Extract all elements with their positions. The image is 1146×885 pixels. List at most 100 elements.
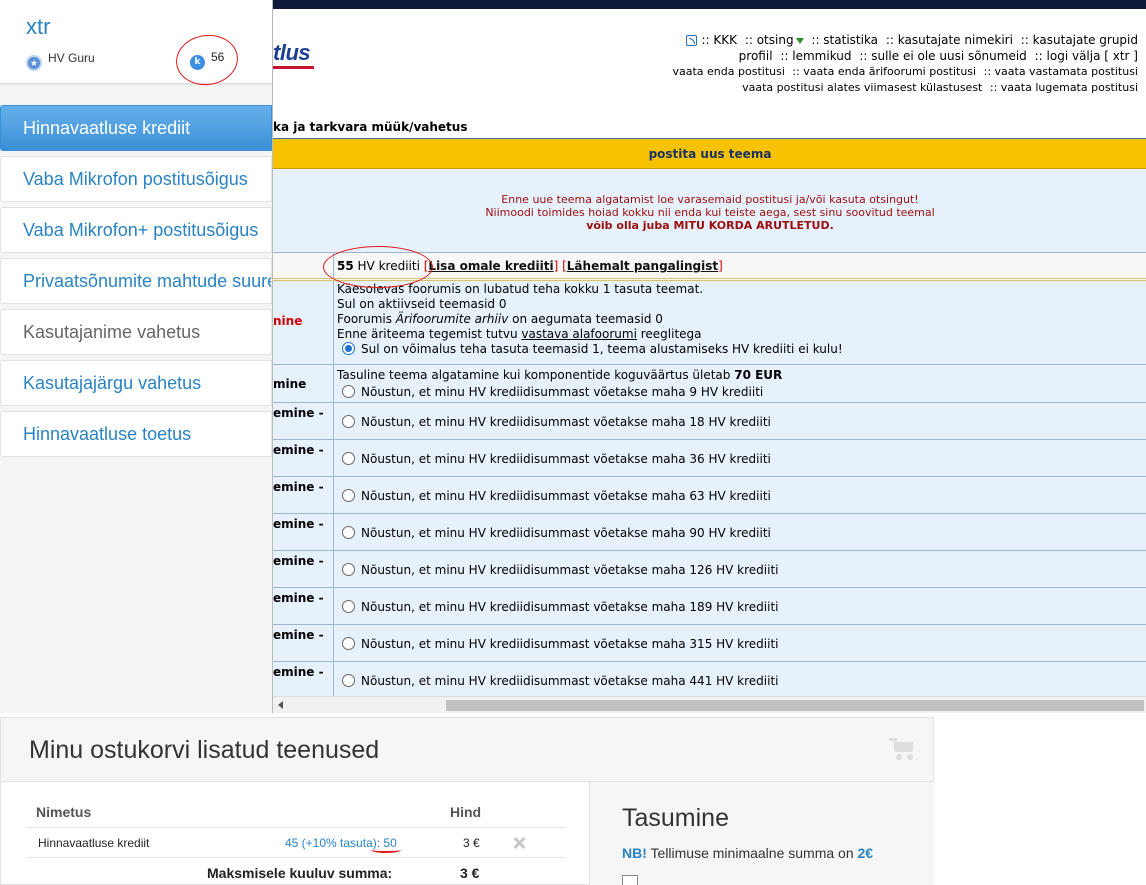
radio-free-selected[interactable] bbox=[342, 342, 355, 355]
menu-item-credit[interactable]: Hinnavaatluse krediit bbox=[0, 105, 272, 151]
forum-logo[interactable]: tlus bbox=[273, 40, 315, 69]
free-info-2: Sul on aktiivseid teemasid 0 bbox=[337, 297, 507, 311]
nav-row-2: profiil :: lemmikud :: sulle ei ole uusi… bbox=[538, 48, 1138, 64]
nav-own-business-posts[interactable]: :: vaata enda ärifoorumi postitusi bbox=[792, 65, 976, 78]
scroll-left-arrow-icon[interactable] bbox=[278, 701, 283, 709]
nav-logout[interactable]: :: logi välja [ xtr ] bbox=[1035, 49, 1138, 63]
nav-search[interactable]: :: otsing bbox=[745, 33, 794, 47]
search-warning: Enne uue teema algatamist loe varasemaid… bbox=[273, 169, 1146, 253]
radio-paid-option[interactable] bbox=[342, 600, 355, 613]
red-underline-annotation bbox=[371, 847, 401, 853]
cart-items-table: Nimetus Hind Hinnavaatluse krediit 45 (+… bbox=[27, 798, 565, 884]
nav-posts-since-last-visit[interactable]: vaata postitusi alates viimasest külastu… bbox=[742, 81, 982, 94]
paid-first-content: Tasuline teema algatamine kui komponenti… bbox=[334, 365, 1146, 402]
cart-total-row: Maksmisele kuuluv summa: 3 € bbox=[27, 858, 565, 884]
radio-paid-option[interactable] bbox=[342, 526, 355, 539]
paid-option-row: emine - Nõustun, et minu HV krediidisumma… bbox=[273, 403, 1146, 440]
subforum-rules-link[interactable]: vastava alafoorumi bbox=[521, 327, 637, 341]
warning-line-2: Niimoodi toimides hoiad kokku nii enda k… bbox=[485, 206, 935, 219]
nav-user-groups[interactable]: :: kasutajate grupid bbox=[1021, 33, 1138, 47]
scrollbar-thumb[interactable] bbox=[446, 700, 1144, 711]
terms-checkbox[interactable] bbox=[622, 875, 638, 885]
cart-table-header: Nimetus Hind bbox=[27, 798, 565, 828]
remove-item-icon[interactable] bbox=[512, 836, 526, 850]
cart-title: Minu ostukorvi lisatud teenused bbox=[1, 718, 933, 782]
radio-paid-option[interactable] bbox=[342, 563, 355, 576]
paid-option-row: emine - Nõustun, et minu HV krediidisumma… bbox=[273, 662, 1146, 699]
nav-unanswered-posts[interactable]: :: vaata vastamata postitusi bbox=[984, 65, 1138, 78]
paid-option-rows: emine - Nõustun, et minu HV krediidisumma… bbox=[273, 403, 1146, 699]
cart-icon[interactable] bbox=[889, 738, 915, 760]
forum-window: tlus :: KKK :: otsing :: statistika :: k… bbox=[272, 0, 1146, 713]
warning-line-3: võib olla juba MITU KORDA ARUTLETUD. bbox=[586, 219, 834, 232]
free-info-1: Käesolevas foorumis on lubatud teha kokk… bbox=[337, 282, 704, 296]
total-label: Maksmisele kuuluv summa: bbox=[207, 865, 393, 881]
shop-sidebar: xtr ★ HV Guru k 56 Hinnavaatluse krediit V… bbox=[0, 0, 272, 713]
rss-icon[interactable] bbox=[686, 35, 698, 46]
nav-row-1: :: KKK :: otsing :: statistika :: kasuta… bbox=[538, 32, 1138, 48]
col-name: Nimetus bbox=[36, 804, 92, 820]
total-value: 3 € bbox=[460, 865, 480, 881]
star-icon: ★ bbox=[26, 55, 42, 71]
radio-paid-9[interactable] bbox=[342, 385, 355, 398]
radio-paid-option[interactable] bbox=[342, 489, 355, 502]
user-profile-card: xtr ★ HV Guru k 56 bbox=[0, 0, 272, 90]
arrow-down-icon[interactable] bbox=[795, 37, 804, 44]
radio-paid-option[interactable] bbox=[342, 452, 355, 465]
payment-panel: Tasumine NB! Tellimuse minimaalne summa … bbox=[589, 782, 934, 885]
paid-option-row: emine - Nõustun, et minu HV krediidisumma… bbox=[273, 625, 1146, 662]
item-name: Hinnavaatluse krediit bbox=[38, 836, 150, 850]
menu-item-free-mic-plus[interactable]: Vaba Mikrofon+ postitusõigus bbox=[0, 207, 272, 253]
red-circle-annotation bbox=[172, 30, 242, 90]
menu-item-support[interactable]: Hinnavaatluse toetus bbox=[0, 411, 272, 457]
col-price: Hind bbox=[450, 804, 482, 820]
minimum-order-note: NB! Tellimuse minimaalne summa on 2€ bbox=[622, 845, 874, 861]
nav-messages[interactable]: :: sulle ei ole uusi sõnumeid bbox=[859, 49, 1026, 63]
paid-topic-row-first: mine Tasuline teema algatamine kui kompo… bbox=[273, 365, 1146, 403]
nav-user-list[interactable]: :: kasutajate nimekiri bbox=[886, 33, 1013, 47]
nav-statistics[interactable]: :: statistika bbox=[811, 33, 878, 47]
cart-item-row: Hinnavaatluse krediit 45 (+10% tasuta): … bbox=[27, 828, 565, 858]
username[interactable]: xtr bbox=[26, 14, 50, 40]
credit-row-content: 55 HV krediiti [Lisa omale krediiti] [Lä… bbox=[337, 259, 723, 273]
menu-item-rank-change[interactable]: Kasutajajärgu vahetus bbox=[0, 360, 272, 406]
radio-paid-option[interactable] bbox=[342, 415, 355, 428]
table-title: postita uus teema bbox=[273, 139, 1146, 169]
free-row-label: nine bbox=[273, 281, 334, 364]
radio-paid-option[interactable] bbox=[342, 637, 355, 650]
nav-faq[interactable]: :: KKK bbox=[701, 33, 737, 47]
nav-own-posts[interactable]: vaata enda postitusi bbox=[673, 65, 785, 78]
red-circle-annotation bbox=[323, 246, 433, 288]
free-option[interactable]: Sul on võimalus teha tasuta teemasid 1, … bbox=[337, 342, 1146, 357]
nav-favorites[interactable]: :: lemmikud bbox=[780, 49, 851, 63]
nav-unread-posts[interactable]: :: vaata lugemata postitusi bbox=[990, 81, 1138, 94]
archive-forum-name: Ärifoorumite arhiiv bbox=[395, 312, 509, 326]
paid-row-label: mine bbox=[273, 365, 334, 402]
breadcrumb[interactable]: ka ja tarkvara müük/vahetus bbox=[273, 120, 467, 134]
menu-item-free-mic[interactable]: Vaba Mikrofon postitusõigus bbox=[0, 156, 272, 202]
banklink-info-link[interactable]: Lähemalt pangalingist bbox=[567, 259, 718, 273]
menu-item-pm-capacity[interactable]: Privaatsõnumite mahtude suure bbox=[0, 258, 272, 304]
horizontal-scrollbar[interactable] bbox=[273, 696, 1146, 713]
nav-row-4: vaata postitusi alates viimasest külastu… bbox=[538, 80, 1138, 96]
service-menu: Hinnavaatluse krediit Vaba Mikrofon post… bbox=[0, 105, 272, 462]
item-price: 3 € bbox=[463, 836, 480, 850]
user-rank: ★ HV Guru bbox=[26, 51, 95, 71]
forum-banner bbox=[273, 0, 1146, 9]
free-row-content: Käesolevas foorumis on lubatud teha kokk… bbox=[334, 281, 1146, 364]
warning-line-1: Enne uue teema algatamist loe varasemaid… bbox=[501, 193, 919, 206]
paid-option-row: emine - Nõustun, et minu HV krediidisumma… bbox=[273, 588, 1146, 625]
add-credit-link[interactable]: Lisa omale krediiti bbox=[428, 259, 553, 273]
nav-profile[interactable]: profiil bbox=[739, 49, 773, 63]
menu-item-username-change[interactable]: Kasutajanime vahetus bbox=[0, 309, 272, 355]
paid-option-row: emine - Nõustun, et minu HV krediidisumma… bbox=[273, 514, 1146, 551]
radio-paid-option[interactable] bbox=[342, 674, 355, 687]
shopping-cart-panel: Minu ostukorvi lisatud teenused Nimetus … bbox=[0, 717, 934, 885]
forum-top-nav: :: KKK :: otsing :: statistika :: kasuta… bbox=[538, 32, 1139, 96]
paid-option-9[interactable]: Nõustun, et minu HV krediidisummast võet… bbox=[337, 384, 1146, 401]
paid-option-row: emine - Nõustun, et minu HV krediidisumma… bbox=[273, 551, 1146, 588]
new-topic-table: postita uus teema Enne uue teema algatam… bbox=[273, 138, 1146, 699]
paid-option-row: emine - Nõustun, et minu HV krediidisumma… bbox=[273, 477, 1146, 514]
paid-option-row: emine - Nõustun, et minu HV krediidisumma… bbox=[273, 440, 1146, 477]
payment-title: Tasumine bbox=[622, 804, 729, 832]
